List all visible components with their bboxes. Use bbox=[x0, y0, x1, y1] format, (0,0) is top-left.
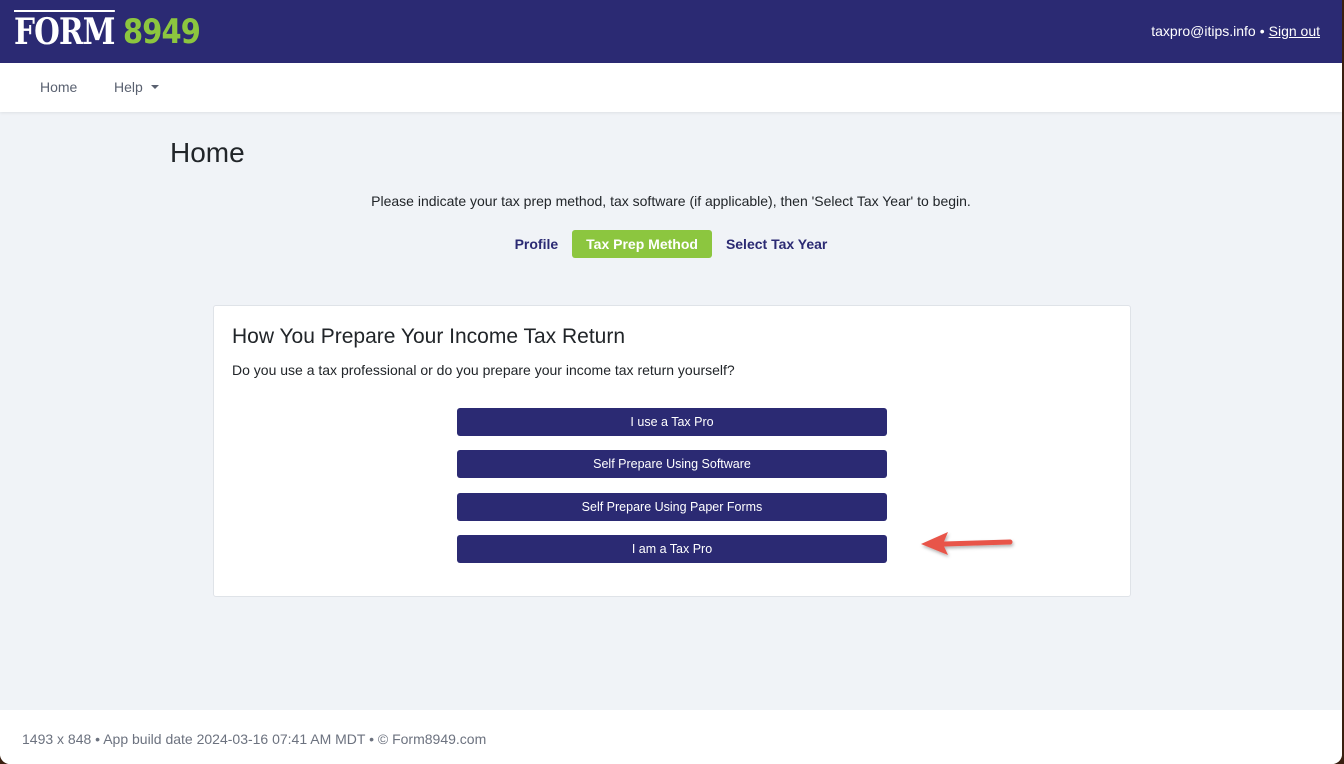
app-window: FORM 8949 taxpro@itips.info • Sign out Hom… bbox=[0, 0, 1342, 764]
caret-down-icon bbox=[150, 85, 159, 89]
user-email: taxpro@itips.info bbox=[1151, 23, 1256, 39]
separator: • bbox=[1259, 23, 1265, 39]
card-title: How You Prepare Your Income Tax Return bbox=[232, 325, 626, 348]
page-title: Home bbox=[170, 137, 245, 168]
step-profile[interactable]: Profile bbox=[501, 230, 573, 258]
annotation-arrow-icon bbox=[921, 532, 1013, 555]
option-self-prepare-software-button[interactable]: Self Prepare Using Software bbox=[457, 450, 887, 478]
top-header: FORM 8949 taxpro@itips.info • Sign out bbox=[0, 0, 1342, 63]
main-nav: Home Help bbox=[0, 63, 1342, 112]
logo-number: 8949 bbox=[122, 12, 201, 52]
instructions-text: Please indicate your tax prep method, ta… bbox=[371, 193, 971, 209]
option-self-prepare-paper-button[interactable]: Self Prepare Using Paper Forms bbox=[457, 493, 887, 521]
nav-help-label: Help bbox=[114, 79, 143, 95]
nav-home[interactable]: Home bbox=[40, 79, 77, 95]
user-area: taxpro@itips.info • Sign out bbox=[1151, 23, 1320, 39]
step-tax-prep-method[interactable]: Tax Prep Method bbox=[572, 230, 712, 258]
step-select-tax-year[interactable]: Select Tax Year bbox=[712, 230, 841, 258]
nav-help-dropdown[interactable]: Help bbox=[114, 79, 159, 95]
sign-out-link[interactable]: Sign out bbox=[1269, 23, 1320, 39]
card-question: Do you use a tax professional or do you … bbox=[232, 362, 735, 378]
option-use-tax-pro-button[interactable]: I use a Tax Pro bbox=[457, 408, 887, 436]
footer-text: 1493 x 848 • App build date 2024-03-16 0… bbox=[22, 731, 487, 747]
form8949-logo[interactable]: FORM 8949 bbox=[14, 10, 213, 52]
option-i-am-tax-pro-button[interactable]: I am a Tax Pro bbox=[457, 535, 887, 563]
logo-word: FORM bbox=[14, 10, 115, 53]
step-navigation: Profile Tax Prep Method Select Tax Year bbox=[0, 230, 1342, 258]
footer: 1493 x 848 • App build date 2024-03-16 0… bbox=[0, 710, 1342, 764]
